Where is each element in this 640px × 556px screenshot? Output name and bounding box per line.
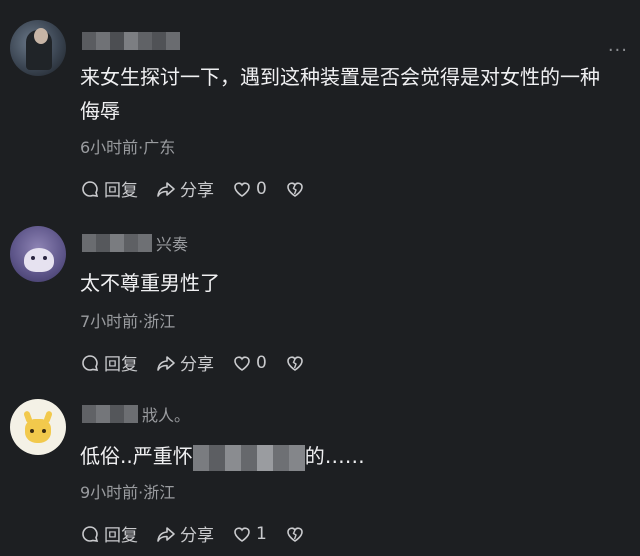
share-button[interactable]: 分享	[156, 350, 214, 375]
comment-item: ··· 来女生探讨一下，遇到这种装置是否会觉得是对女性的一种 侮辱 6小时前·广…	[0, 0, 640, 201]
comment-text: 太不尊重男性了	[80, 271, 220, 295]
comment-item: 兴奏 太不尊重男性了 7小时前·浙江 回复 分享 0	[0, 200, 640, 375]
username-mosaic	[82, 405, 138, 423]
dislike-heart-icon	[287, 355, 303, 371]
dislike-heart-icon	[287, 181, 303, 197]
share-icon	[157, 355, 175, 371]
share-icon	[157, 526, 175, 542]
reply-icon	[82, 525, 99, 542]
share-button[interactable]: 分享	[156, 176, 214, 201]
reply-button[interactable]: 回复	[80, 350, 138, 375]
share-button[interactable]: 分享	[156, 521, 214, 546]
avatar[interactable]	[10, 399, 66, 455]
like-button[interactable]: 0	[232, 353, 267, 373]
censored-text-mosaic	[192, 444, 305, 471]
share-icon	[157, 181, 175, 197]
dislike-button[interactable]	[285, 353, 305, 373]
username[interactable]	[82, 30, 180, 52]
comment-meta: 6小时前·广东	[80, 138, 176, 157]
like-heart-icon	[234, 355, 250, 371]
comment-text: 来女生探讨一下，遇到这种装置是否会觉得是对女性的一种 侮辱	[80, 65, 600, 123]
dislike-button[interactable]	[285, 179, 305, 199]
avatar[interactable]	[10, 20, 66, 76]
dislike-button[interactable]	[285, 524, 305, 544]
like-heart-icon	[234, 181, 250, 197]
reply-icon	[82, 180, 99, 197]
username-mosaic	[82, 234, 152, 252]
comment-meta: 9小时前·浙江	[80, 483, 176, 502]
comment-actions: 回复 分享 0	[80, 350, 323, 375]
username[interactable]: 兴奏	[82, 232, 188, 254]
comment-text: 低俗..严重怀 的……	[80, 439, 630, 473]
comment-actions: 回复 分享 1	[80, 521, 323, 546]
username[interactable]: 戕人。	[82, 403, 190, 425]
like-button[interactable]: 0	[232, 179, 267, 199]
like-button[interactable]: 1	[232, 524, 267, 544]
reply-icon	[82, 354, 99, 371]
comment-meta: 7小时前·浙江	[80, 312, 176, 331]
like-heart-icon	[234, 526, 250, 542]
more-options-icon[interactable]: ···	[608, 40, 628, 61]
dislike-heart-icon	[287, 526, 303, 542]
reply-button[interactable]: 回复	[80, 176, 138, 201]
comment-actions: 回复 分享 0	[80, 176, 323, 201]
username-mosaic	[82, 32, 180, 50]
comment-item: 戕人。 低俗..严重怀 的…… 9小时前·浙江 回复 分享 1	[0, 375, 640, 556]
avatar[interactable]	[10, 226, 66, 282]
reply-button[interactable]: 回复	[80, 521, 138, 546]
